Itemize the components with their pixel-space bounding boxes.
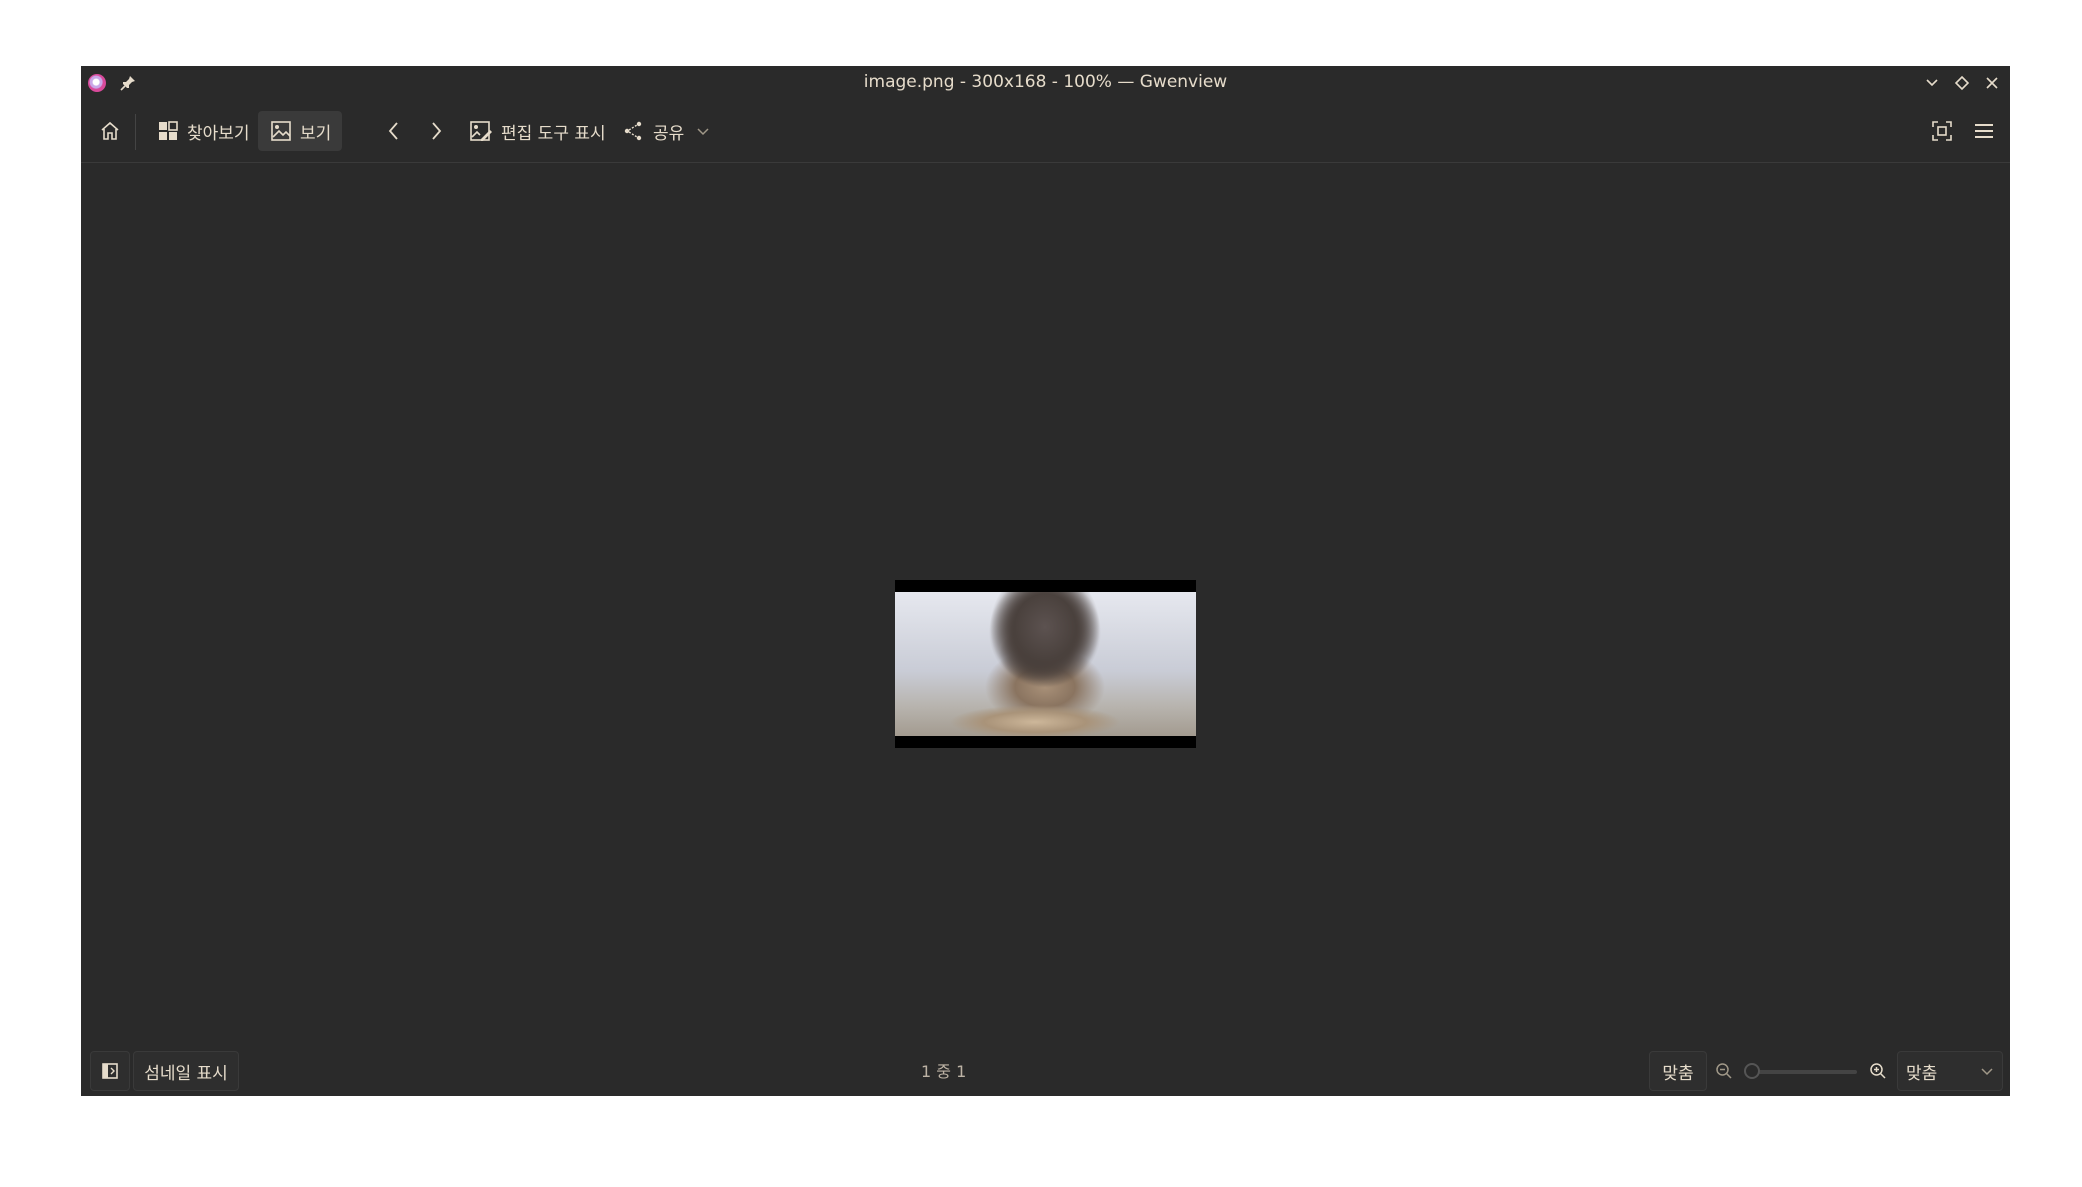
minimize-icon[interactable] [1921, 72, 1943, 94]
edit-tools-label: 편집 도구 표시 [501, 123, 606, 144]
share-icon [624, 121, 642, 141]
home-button[interactable] [95, 111, 125, 151]
share-button[interactable]: 공유 [619, 111, 714, 151]
chevron-left-icon [388, 122, 398, 140]
image-icon [271, 121, 291, 141]
browse-button[interactable]: 찾아보기 [149, 111, 258, 151]
menu-button[interactable] [1969, 111, 1999, 151]
status-bar: 섬네일 표시 1 중 1 맞춤 맞춤 [81, 1043, 2010, 1096]
next-button[interactable] [421, 111, 451, 151]
gwenview-window: image.png - 300x168 - 100% — Gwenview 찾아… [81, 66, 2010, 1096]
zoom-level-select[interactable]: 맞춤 [1897, 1051, 2003, 1091]
maximize-icon[interactable] [1951, 72, 1973, 94]
zoom-slider-handle[interactable] [1744, 1063, 1760, 1079]
share-label: 공유 [653, 123, 685, 144]
fullscreen-icon [1932, 121, 1952, 141]
thumbnails-label: 섬네일 표시 [144, 1063, 228, 1084]
previous-button[interactable] [379, 111, 409, 151]
zoom-out-icon[interactable] [1715, 1062, 1733, 1084]
zoom-fit-button[interactable]: 맞춤 [1649, 1051, 1707, 1091]
chevron-right-icon [432, 122, 442, 140]
hamburger-menu-icon [1975, 124, 1993, 138]
displayed-image [895, 580, 1196, 748]
image-edit-icon [470, 121, 492, 141]
toggle-sidebar-button[interactable] [90, 1051, 130, 1091]
show-edit-tools-button[interactable]: 편집 도구 표시 [465, 111, 610, 151]
show-thumbnails-button[interactable]: 섬네일 표시 [133, 1051, 239, 1091]
zoom-slider-track[interactable] [1747, 1070, 1857, 1074]
sidebar-icon [102, 1063, 118, 1079]
window-title: image.png - 300x168 - 100% — Gwenview [863, 72, 1228, 92]
close-icon[interactable] [1981, 72, 2003, 94]
fullscreen-button[interactable] [1927, 111, 1957, 151]
view-button[interactable]: 보기 [258, 111, 342, 151]
home-icon [101, 121, 119, 140]
browse-label: 찾아보기 [187, 123, 250, 144]
image-viewer-area[interactable] [81, 163, 2010, 1043]
chevron-down-icon [1981, 1068, 1993, 1076]
zoom-select-value: 맞춤 [1906, 1063, 1938, 1084]
page-count: 1 중 1 [921, 1062, 967, 1081]
zoom-in-icon[interactable] [1869, 1062, 1887, 1084]
toolbar-separator [135, 114, 136, 150]
cat-photo [895, 592, 1196, 736]
fit-label: 맞춤 [1662, 1063, 1694, 1084]
title-bar: image.png - 300x168 - 100% — Gwenview [81, 66, 2010, 100]
main-toolbar: 찾아보기 보기 편집 도구 표시 공유 [81, 100, 2010, 163]
grid-icon [159, 121, 178, 140]
chevron-down-icon [697, 128, 709, 136]
view-label: 보기 [300, 123, 332, 144]
